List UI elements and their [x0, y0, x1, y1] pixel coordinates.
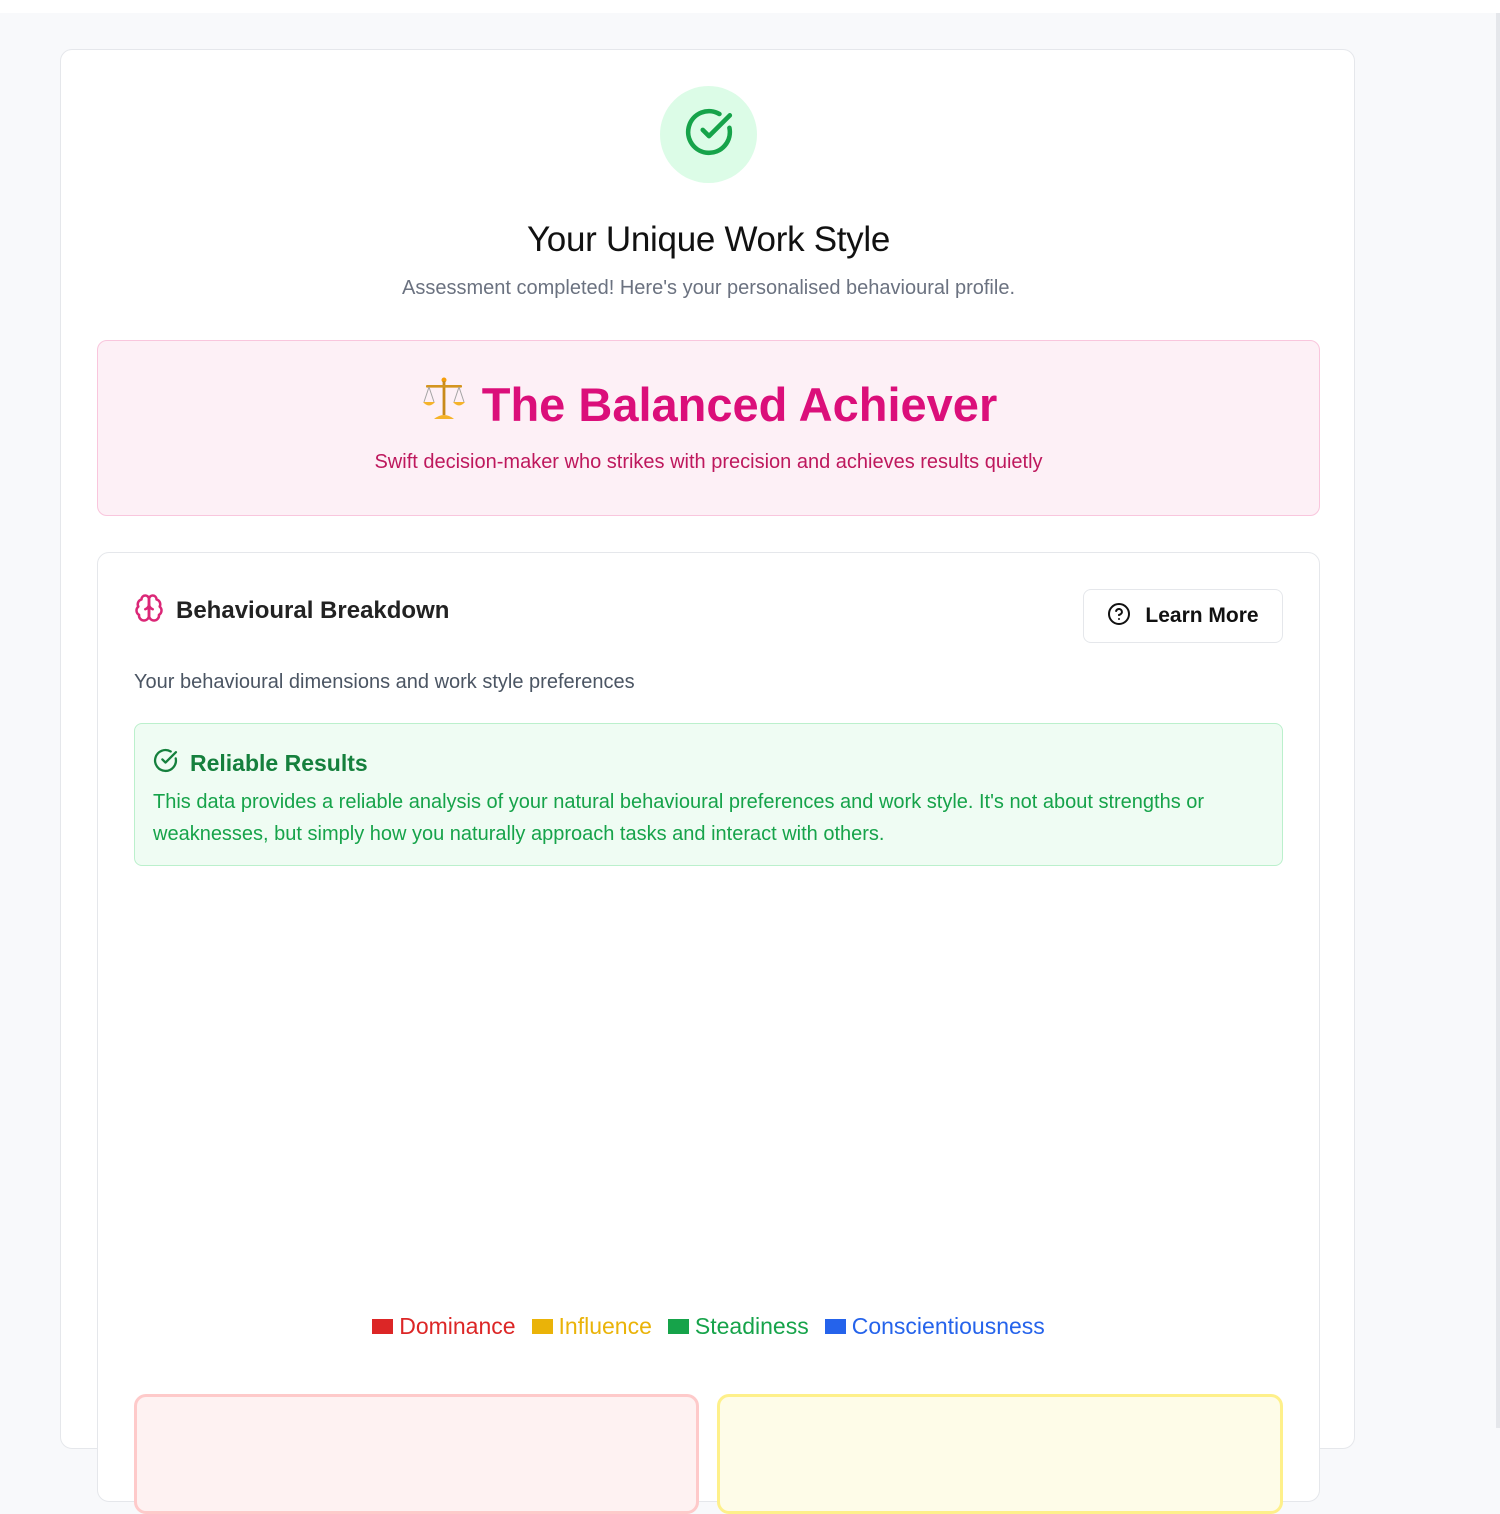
reliable-title: Reliable Results — [190, 749, 368, 776]
success-badge — [660, 86, 757, 183]
legend-swatch — [824, 1319, 846, 1334]
top-bar — [0, 0, 1500, 13]
dominance-card — [134, 1394, 699, 1514]
brain-icon — [134, 593, 164, 628]
profile-banner: The Balanced Achiever Swift decision-mak… — [97, 340, 1320, 516]
breakdown-header: Behavioural Breakdown — [134, 593, 449, 628]
check-circle-icon — [684, 107, 734, 162]
legend-label: Steadiness — [694, 1313, 809, 1339]
reliable-text: This data provides a reliable analysis o… — [153, 791, 1205, 845]
page-title: Your Unique Work Style — [526, 220, 891, 259]
reliable-results-notice: Reliable Results This data provides a re… — [134, 723, 1283, 866]
legend-item-conscientiousness: Conscientiousness — [824, 1313, 1045, 1340]
profile-tagline: Swift decision-maker who strikes with pr… — [374, 451, 1043, 473]
breakdown-description: Your behavioural dimensions and work sty… — [134, 671, 635, 693]
influence-card — [717, 1394, 1283, 1514]
learn-more-button[interactable]: Learn More — [1083, 589, 1283, 643]
legend-item-influence: Influence — [531, 1313, 652, 1340]
legend-item-dominance: Dominance — [372, 1313, 516, 1340]
profile-heading: The Balanced Achiever — [98, 377, 1319, 438]
results-card: Your Unique Work Style Assessment comple… — [60, 49, 1355, 1514]
profile-name: The Balanced Achiever — [481, 378, 998, 431]
scrollbar[interactable] — [1496, 13, 1500, 1428]
learn-more-label: Learn More — [1145, 604, 1259, 627]
legend-label: Influence — [558, 1313, 652, 1339]
legend-item-steadiness: Steadiness — [667, 1313, 809, 1340]
legend-swatch — [372, 1319, 394, 1334]
behavioural-breakdown-card: Behavioural Breakdown Learn More Your be… — [97, 552, 1320, 1514]
chart-legend: Dominance Influence Steadiness Conscient… — [98, 1313, 1319, 1340]
legend-swatch — [531, 1319, 553, 1334]
legend-swatch — [667, 1319, 689, 1334]
legend-label: Conscientiousness — [851, 1313, 1045, 1339]
check-circle-icon — [153, 748, 178, 778]
page-subtitle: Assessment completed! Here's your person… — [401, 277, 1016, 299]
reliable-header: Reliable Results — [153, 748, 368, 778]
legend-label: Dominance — [399, 1313, 516, 1339]
help-circle-icon — [1107, 602, 1131, 631]
balance-scale-icon — [420, 375, 468, 434]
breakdown-title: Behavioural Breakdown — [176, 596, 450, 624]
